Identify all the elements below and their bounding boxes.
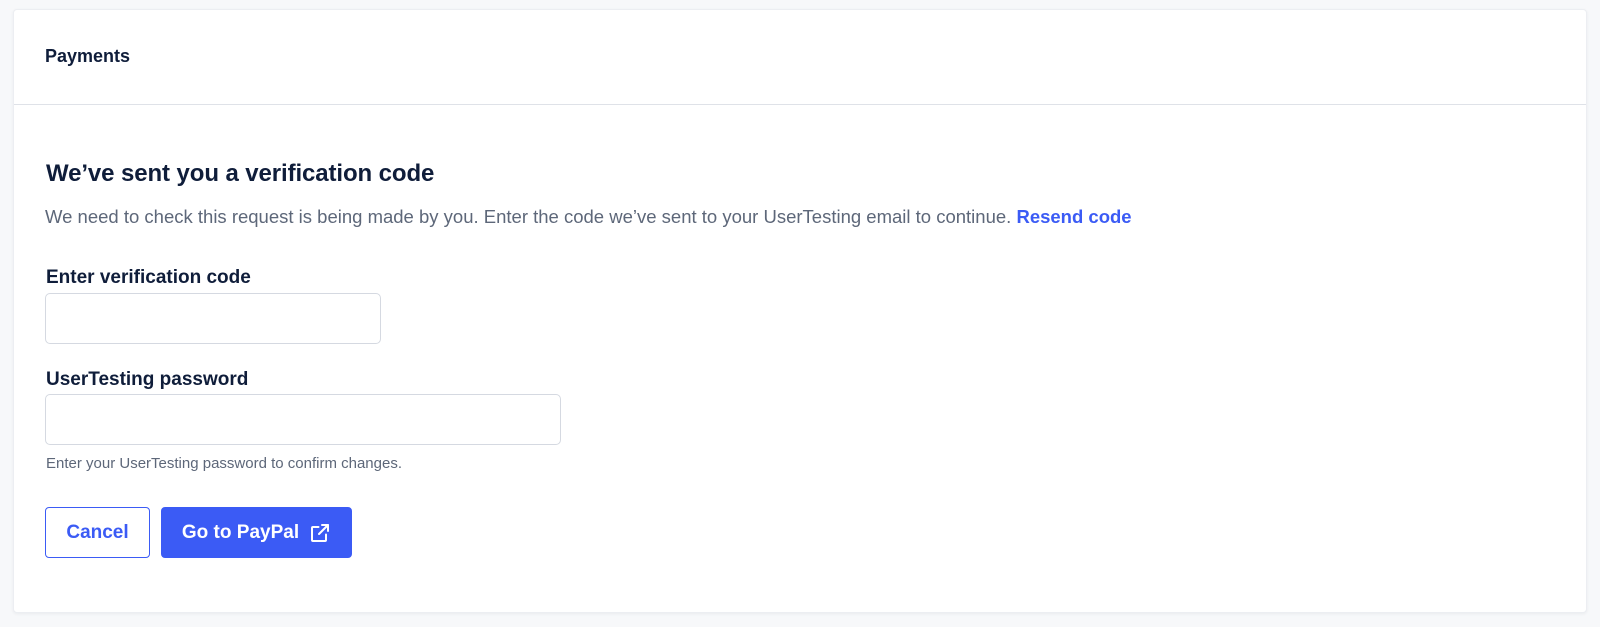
external-link-icon — [309, 522, 331, 544]
go-to-paypal-button[interactable]: Go to PayPal — [161, 507, 352, 558]
cancel-button[interactable]: Cancel — [45, 507, 150, 558]
verification-description-text: We need to check this request is being m… — [45, 206, 1012, 227]
card-header: Payments — [14, 10, 1586, 105]
go-to-paypal-label: Go to PayPal — [181, 521, 300, 543]
password-help-text: Enter your UserTesting password to confi… — [46, 455, 402, 472]
payments-card: Payments We’ve sent you a verification c… — [13, 9, 1587, 613]
verification-code-label: Enter verification code — [46, 267, 251, 288]
verification-description: We need to check this request is being m… — [45, 206, 1132, 228]
password-input[interactable] — [45, 394, 561, 445]
verification-code-input[interactable] — [45, 293, 381, 344]
resend-code-link[interactable]: Resend code — [1016, 206, 1131, 227]
password-label: UserTesting password — [46, 369, 249, 390]
page-title: Payments — [45, 45, 131, 66]
cancel-button-label: Cancel — [66, 521, 129, 543]
verification-heading: We’ve sent you a verification code — [46, 160, 435, 187]
